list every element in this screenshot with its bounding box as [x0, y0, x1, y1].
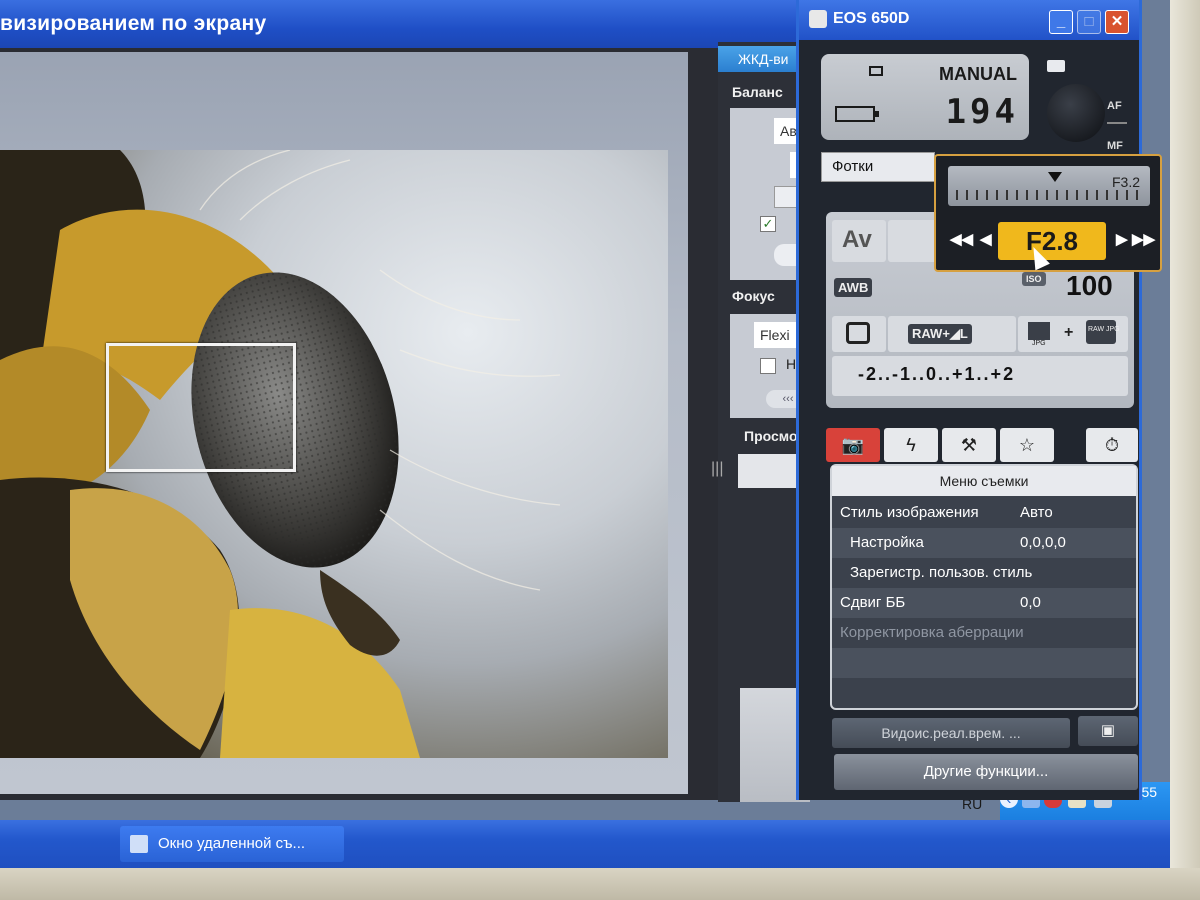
maximize-button[interactable]: □	[1077, 10, 1101, 34]
preview-section-label: Просмо	[744, 428, 798, 444]
pc-jpg-label: JPG	[1032, 340, 1046, 347]
shoot-mode-value: Av	[842, 226, 872, 253]
taskbar-button-label: Окно удаленной съ...	[158, 835, 306, 852]
aperture-value[interactable]: F2.8	[998, 222, 1106, 260]
quality-cell[interactable]: RAW+◢L	[888, 316, 1016, 352]
aperture-scale-value: F3.2	[1111, 174, 1140, 190]
shooting-mode: MANUAL	[939, 64, 1017, 84]
monitor-bezel-bottom	[0, 868, 1200, 900]
af-mf-divider	[1107, 122, 1127, 124]
shots-remaining: 194	[945, 92, 1019, 132]
plus-sign: +	[1064, 324, 1074, 341]
menu-row-key: Корректировка аберрации	[840, 624, 1024, 641]
eos-window-titlebar[interactable]: EOS 650D _ □ ✕	[799, 0, 1139, 40]
iso-label: ISO	[1022, 272, 1046, 286]
folder-select[interactable]: Фотки	[821, 152, 935, 182]
menu-row-key: Стиль изображения	[840, 504, 979, 521]
pc-icon	[1028, 322, 1050, 340]
wb-checkbox[interactable]: ✓	[760, 216, 776, 232]
menu-row-empty	[832, 648, 1136, 678]
exposure-scale: -2..-1..0..+1..+2	[858, 364, 1016, 384]
menu-row-value: Авто	[1020, 504, 1053, 521]
shooting-menu: Меню съемки Стиль изображения Авто Настр…	[830, 464, 1138, 710]
shoot-mode-cell[interactable]: Av	[832, 220, 886, 262]
image-quality-value: RAW+◢L	[908, 324, 972, 344]
metering-icon	[846, 322, 870, 344]
tab-timer-icon[interactable]: ⏱	[1086, 428, 1138, 462]
lcd-light-button[interactable]	[1047, 60, 1065, 72]
tab-shooting-camera-icon[interactable]: 📷	[826, 428, 880, 462]
menu-header: Меню съемки	[832, 466, 1136, 496]
focus-section-label: Фокус	[732, 288, 775, 304]
main-window-title: визированием по экрану	[0, 12, 267, 35]
aperture-fast-right-button[interactable]: ▶▶	[1132, 230, 1155, 248]
movie-camera-icon: ▣	[1100, 722, 1116, 739]
drive-mode-icon	[869, 66, 883, 76]
camera-icon	[809, 10, 827, 28]
taskbar: Окно удаленной съ...	[0, 820, 1170, 868]
menu-row-key: Настройка	[850, 534, 924, 551]
af-label: AF	[1107, 100, 1122, 112]
menu-row-picture-style[interactable]: Стиль изображения Авто	[832, 498, 1136, 528]
menu-row-value: 0,0	[1020, 594, 1041, 611]
exposure-compensation-cell[interactable]: -2..-1..0..+1..+2	[832, 356, 1128, 396]
save-destination-cell[interactable]: JPG + RAW JPG	[1018, 316, 1128, 352]
liveview-insect-picture	[0, 150, 561, 758]
menu-row-key: Зарегистр. пользов. стиль	[850, 564, 1033, 581]
eos-window-title: EOS 650D	[833, 10, 910, 27]
aperture-right-button[interactable]: ▶	[1116, 230, 1128, 248]
aperture-left-button[interactable]: ◀	[980, 230, 992, 248]
menu-row-settings[interactable]: Настройка 0,0,0,0	[832, 528, 1136, 558]
tab-tools-icon[interactable]: ⚒	[942, 428, 996, 462]
other-functions-button[interactable]: Другие функции...	[834, 754, 1138, 790]
iso-value[interactable]: 100	[1066, 270, 1113, 302]
main-window-titlebar[interactable]: визированием по экрану	[0, 0, 800, 48]
aperture-popup: F3.2 ◀◀ ◀ F2.8 ▶ ▶▶	[934, 154, 1162, 272]
menu-row-register-style[interactable]: Зарегистр. пользов. стиль	[832, 558, 1136, 588]
menu-tabs: 📷 ϟ ⚒ ☆ ⏱	[826, 428, 1140, 464]
balance-section-label: Баланс	[732, 84, 783, 100]
monitor-bezel-right	[1170, 0, 1200, 900]
liveview-image[interactable]	[0, 150, 668, 758]
focus-checkbox[interactable]	[760, 358, 776, 374]
minimize-button[interactable]: _	[1049, 10, 1073, 34]
main-dial[interactable]	[1047, 84, 1105, 142]
panel-splitter-grip[interactable]: |||	[711, 460, 723, 478]
aperture-scale[interactable]: F3.2	[948, 166, 1150, 206]
white-balance-value[interactable]: AWB	[834, 278, 873, 297]
live-view-button[interactable]: Видоис.реал.врем. ...	[832, 718, 1070, 748]
camera-status-lcd: MANUAL 194	[821, 54, 1029, 140]
aperture-fast-left-button[interactable]: ◀◀	[950, 230, 973, 248]
movie-camera-button[interactable]: ▣	[1078, 716, 1138, 746]
tab-flash-icon[interactable]: ϟ	[884, 428, 938, 462]
battery-icon	[835, 106, 879, 122]
focus-frame[interactable]	[106, 343, 296, 472]
camera-raw-jpg-label: RAW JPG	[1088, 326, 1120, 333]
aperture-marker	[1048, 172, 1062, 182]
menu-row-wb-shift[interactable]: Сдвиг ББ 0,0	[832, 588, 1136, 618]
taskbar-remote-shooting-window[interactable]: Окно удаленной съ...	[120, 826, 344, 862]
menu-row-key: Сдвиг ББ	[840, 594, 906, 611]
mf-label: MF	[1107, 140, 1123, 152]
aperture-ticks	[956, 190, 1142, 200]
tab-custom-star-icon[interactable]: ☆	[1000, 428, 1054, 462]
menu-row-value: 0,0,0,0	[1020, 534, 1066, 551]
metering-cell[interactable]	[832, 316, 886, 352]
focus-checkbox-label: Н	[786, 356, 797, 372]
app-camera-icon	[130, 835, 148, 853]
menu-row-aberration: Корректировка аберрации	[832, 618, 1136, 648]
close-button[interactable]: ✕	[1105, 10, 1129, 34]
